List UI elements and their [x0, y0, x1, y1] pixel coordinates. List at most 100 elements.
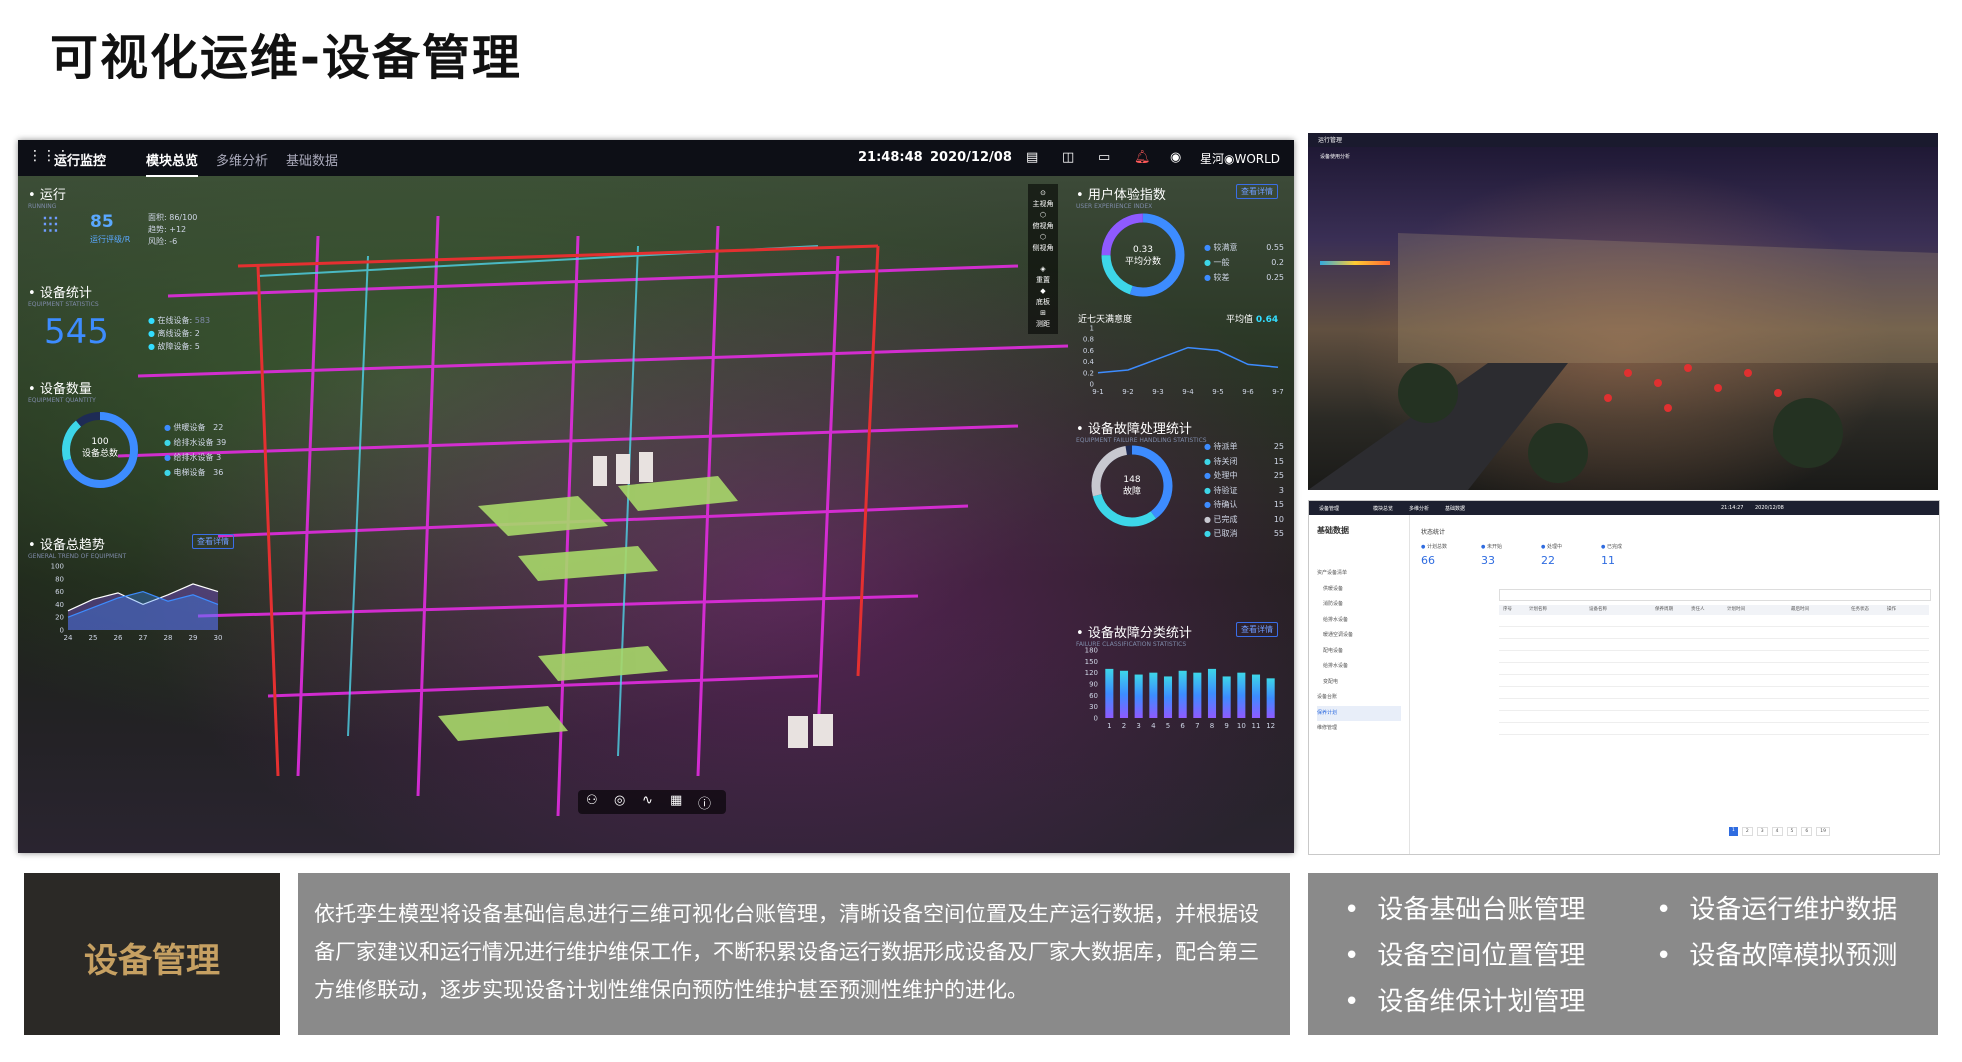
y-tick-label: 0.4 [1083, 358, 1095, 366]
shot3-sidebar-item[interactable]: 给排水设备 [1317, 659, 1401, 675]
shot3-tab[interactable]: 基础数据 [1445, 505, 1465, 512]
bell-icon[interactable]: 🔔︎ [1134, 150, 1151, 165]
document-icon[interactable]: ▤ [1026, 150, 1038, 165]
y-tick-label: 0.2 [1083, 369, 1094, 377]
people-icon[interactable]: ⚇ [586, 793, 598, 808]
x-tick-label: 9-2 [1122, 388, 1133, 396]
x-tick-label: 3 [1136, 722, 1140, 730]
cube-icon: ⬡ [1039, 233, 1047, 241]
y-tick-label: 180 [1085, 647, 1098, 655]
shot3-date: 2020/12/08 [1755, 505, 1784, 511]
quantity-item: ● 电梯设备 36 [164, 468, 224, 477]
floor-icon: ◆ [1040, 287, 1046, 295]
shot3-sidebar-item[interactable]: 设备台账 [1317, 690, 1401, 706]
page-button[interactable]: 2 [1741, 827, 1753, 836]
equipment-total: 545 [44, 312, 109, 352]
side-view-button[interactable]: ⬡ 侧视角 [1028, 232, 1058, 254]
module-label-box: 设备管理 [24, 873, 280, 1035]
x-tick-label: 1 [1107, 722, 1111, 730]
equipment-stats-panel: • 设备统计 EQUIPMENT STATISTICS 545 ● 在线设备: … [28, 286, 211, 352]
module-label: 设备管理 [84, 941, 220, 981]
ux-detail-button[interactable]: 查看详情 [1236, 184, 1278, 199]
ux-panel: • 用户体验指数 查看详情 USER EXPERIENCE INDEX 0.33… [1076, 184, 1286, 396]
tab-overview[interactable]: 模块总览 [146, 150, 199, 177]
shot3-sidebar-item[interactable]: 资产设备清单 [1317, 566, 1401, 582]
bar [1251, 674, 1261, 718]
y-tick-label: 60 [1089, 692, 1098, 700]
book-icon[interactable]: ◫ [1062, 150, 1074, 165]
bar [1105, 668, 1114, 718]
fault-item: ● 待验证 3 [1204, 485, 1284, 495]
info-icon[interactable]: ⓘ [698, 793, 711, 812]
page-button[interactable]: 3 [1756, 827, 1768, 836]
shot3-tab[interactable]: 多维分析 [1409, 505, 1429, 512]
shot3-col-header: 保养周期 [1655, 607, 1673, 612]
page-button[interactable]: 1 [1729, 827, 1738, 836]
page-button[interactable]: 6 [1801, 827, 1813, 836]
brand-logo: 星河◉WORLD [1200, 152, 1281, 166]
x-tick-label: 9 [1224, 722, 1228, 730]
features-box: 设备基础台账管理 设备运行维护数据 设备空间位置管理 设备故障模拟预测 设备维保… [1308, 873, 1938, 1035]
trend-chart: 10080604020024 25 26 27 28 29 30 [51, 563, 223, 643]
shot3-stat: ● 未开始 33 [1481, 544, 1502, 567]
shot3-sidebar-item[interactable]: 给排水设备 [1317, 613, 1401, 629]
shot3-sidebar-item[interactable]: 暖通空调设备 [1317, 628, 1401, 644]
x-tick-label: 9-1 [1092, 388, 1103, 396]
trend-title: 设备总趋势 [39, 538, 105, 553]
x-tick-label: 9-6 [1242, 388, 1254, 396]
shot3-sidebar-item[interactable]: 保养计划 [1317, 705, 1401, 721]
x-tick-label: 9-7 [1272, 388, 1283, 396]
bar [1134, 674, 1143, 718]
shot3-stat: ● 已完成 11 [1601, 544, 1622, 567]
shot3-tab[interactable]: 模块总览 [1373, 505, 1393, 512]
ux-legend-item: ● 较差 0.25 [1204, 273, 1284, 282]
y-tick-label: 150 [1085, 658, 1098, 666]
page-button[interactable]: 5 [1786, 827, 1798, 836]
shot3-sidebar: 基础数据 资产设备清单 供暖设备 消防设备 给排水设备 暖通空调设备 配电设备 … [1309, 515, 1410, 854]
equipment-stats-title: 设备统计 [39, 286, 92, 301]
operation-screenshot: 运行管理 设备使用分析 [1308, 133, 1938, 490]
feature-item: 设备空间位置管理 [1344, 935, 1585, 972]
fault-item: ● 待确认 15 [1204, 500, 1284, 509]
description-box: 依托孪生模型将设备基础信息进行三维可视化台账管理，清晰设备空间位置及生产运行数据… [298, 873, 1290, 1035]
fault-class-chart: 18015012090603001 2 3 4 5 6 7 8 9 10 11 12 [1085, 647, 1276, 731]
reset-button[interactable]: ◈ 重置 [1028, 264, 1058, 286]
measure-button[interactable]: ⊞ 测距 [1028, 308, 1058, 330]
wave-icon[interactable]: ∿ [642, 793, 653, 808]
fault-class-detail-button[interactable]: 查看详情 [1236, 622, 1278, 637]
camera-icon[interactable]: ◎ [614, 793, 625, 808]
table-row[interactable] [1499, 615, 1929, 745]
main-view-button[interactable]: ⊙ 主视角 [1028, 188, 1058, 210]
description-text: 依托孪生模型将设备基础信息进行三维可视化台账管理，清晰设备空间位置及生产运行数据… [314, 902, 1259, 1002]
shot3-sidebar-item[interactable]: 维修管理 [1317, 721, 1401, 737]
quantity-center-value: 100 [91, 437, 109, 447]
equipment-quantity-panel: • 设备数量 EQUIPMENT QUANTITY 100 设备总数 ● 供暖设… [28, 378, 226, 488]
clock-time: 21:48:48 [858, 150, 923, 165]
user-icon[interactable]: ◉ [1170, 150, 1181, 165]
floor-button[interactable]: ◆ 底板 [1028, 286, 1058, 308]
shot3-sidebar-title: 基础数据 [1317, 526, 1349, 535]
x-tick-label: 9-4 [1182, 388, 1194, 396]
x-tick-label: 11 [1252, 722, 1261, 730]
bar [1163, 676, 1173, 718]
equipment-quantity-subtitle: EQUIPMENT QUANTITY [28, 397, 96, 404]
page-button[interactable]: 4 [1771, 827, 1783, 836]
shot3-sidebar-item[interactable]: 配电设备 [1317, 644, 1401, 660]
y-tick-label: 60 [55, 588, 64, 596]
target-icon: ⊙ [1040, 189, 1046, 197]
top-view-button[interactable]: ⬡ 俯视角 [1028, 210, 1058, 232]
shot3-sidebar-item[interactable]: 变配电 [1317, 675, 1401, 691]
fault-handling-title: 设备故障处理统计 [1087, 422, 1192, 437]
message-icon[interactable]: ▭ [1098, 150, 1110, 165]
shot3-search-input[interactable] [1499, 589, 1931, 601]
clock-date: 2020/12/08 [930, 150, 1012, 165]
trend-detail-button[interactable]: 查看详情 [192, 534, 234, 549]
layers-icon: ◈ [1040, 265, 1046, 273]
tab-analysis[interactable]: 多维分析 [216, 150, 268, 169]
grid-icon[interactable]: ▦ [670, 793, 682, 808]
fault-center-value: 148 [1123, 475, 1141, 485]
tab-basic-data[interactable]: 基础数据 [286, 150, 338, 169]
shot3-sidebar-item[interactable]: 消防设备 [1317, 597, 1401, 613]
shot3-sidebar-item[interactable]: 供暖设备 [1317, 582, 1401, 598]
page-button[interactable]: 19 [1816, 827, 1830, 836]
